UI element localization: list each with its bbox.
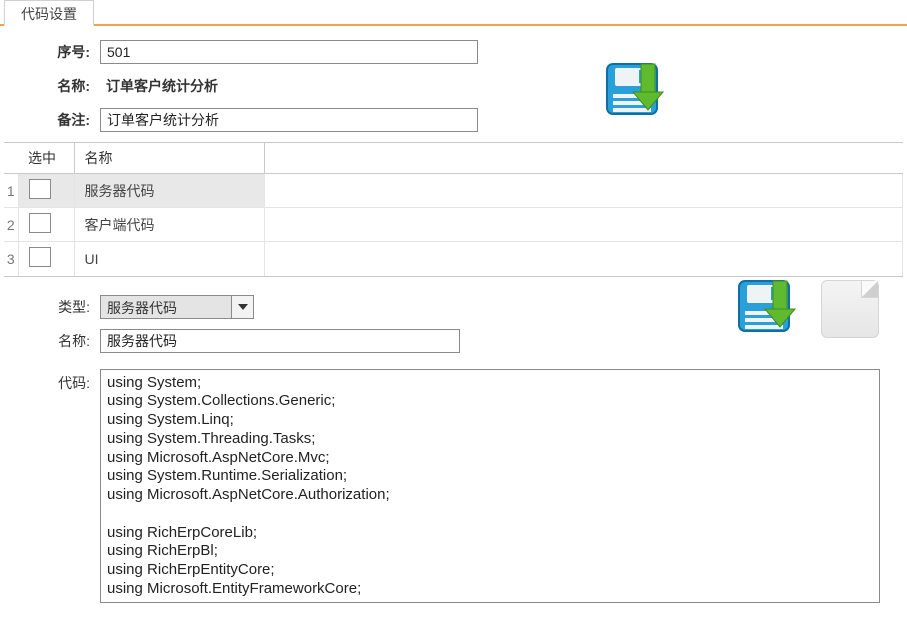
code-textarea[interactable] <box>100 369 880 603</box>
save-download-icon <box>603 60 667 122</box>
type-label: 类型: <box>10 297 100 317</box>
new-blank-button[interactable] <box>821 280 879 338</box>
remark-label: 备注: <box>10 110 100 130</box>
code-type-grid: 选中 名称 1 服务器代码 2 客户端代码 3 UI <box>4 142 903 277</box>
name-label: 名称: <box>10 76 100 96</box>
row-index: 1 <box>4 174 18 208</box>
row-name: UI <box>74 242 264 276</box>
code-label: 代码: <box>10 369 100 393</box>
detail-form: 类型: 服务器代码 名称: 代码: <box>0 277 907 603</box>
type-combobox[interactable]: 服务器代码 <box>100 295 254 319</box>
tab-code-settings[interactable]: 代码设置 <box>4 0 94 26</box>
grid-header-row: 选中 名称 <box>4 143 903 174</box>
save-download-icon <box>735 277 799 339</box>
col-selected[interactable]: 选中 <box>18 143 74 174</box>
chevron-down-icon <box>238 304 248 310</box>
row-index: 2 <box>4 208 18 242</box>
combo-dropdown-button[interactable] <box>231 296 253 318</box>
remark-input[interactable] <box>100 108 478 132</box>
detail-name-label: 名称: <box>10 331 100 351</box>
col-name[interactable]: 名称 <box>74 143 264 174</box>
table-row[interactable]: 1 服务器代码 <box>4 174 903 208</box>
row-name: 服务器代码 <box>74 174 264 208</box>
detail-name-input[interactable] <box>100 329 460 353</box>
type-value: 服务器代码 <box>101 296 231 318</box>
seq-label: 序号: <box>10 42 100 62</box>
table-row[interactable]: 3 UI <box>4 242 903 276</box>
save-button-top[interactable] <box>603 60 667 125</box>
row-select-checkbox[interactable] <box>29 179 51 199</box>
name-value: 订单客户统计分析 <box>100 74 224 98</box>
header-form: 序号: 名称: 订单客户统计分析 备注: <box>0 26 907 142</box>
row-name: 客户端代码 <box>74 208 264 242</box>
row-index: 3 <box>4 242 18 276</box>
save-button-bottom[interactable] <box>735 277 799 342</box>
tab-bar: 代码设置 <box>0 0 907 26</box>
row-select-checkbox[interactable] <box>29 247 51 267</box>
tab-label: 代码设置 <box>21 6 77 22</box>
table-row[interactable]: 2 客户端代码 <box>4 208 903 242</box>
row-select-checkbox[interactable] <box>29 213 51 233</box>
seq-input[interactable] <box>100 40 478 64</box>
